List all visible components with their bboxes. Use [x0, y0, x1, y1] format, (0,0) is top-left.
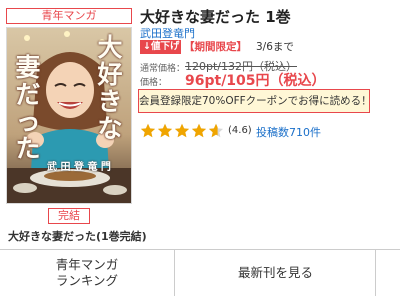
- star-icon: [140, 123, 156, 138]
- regular-price-label: 通常価格：: [140, 64, 186, 74]
- price-down-badge: ↓値下げ: [140, 40, 181, 54]
- star-icon: [174, 123, 190, 138]
- coupon-banner[interactable]: 会員登録限定70%OFFクーポンでお得に読める！: [138, 89, 372, 113]
- limited-until-date: 3/6まで: [256, 41, 294, 53]
- book-title: 大好きな妻だった 1巻: [140, 8, 291, 26]
- cover-author: 武 田 登 竜 門: [47, 162, 111, 173]
- cover-title-char: っ: [15, 107, 41, 136]
- latest-volume-button[interactable]: 最新刊を見る: [176, 250, 376, 296]
- bottom-nav: 青年マンガ ランキング 最新刊を見る: [0, 249, 400, 296]
- series-title[interactable]: 大好きな妻だった(1巻完結): [8, 228, 147, 244]
- star-icon: [157, 123, 173, 138]
- star-icon: [191, 123, 207, 138]
- genre-ranking-button[interactable]: 青年マンガ ランキング: [0, 250, 175, 296]
- ranking-line1: 青年マンガ: [55, 257, 119, 272]
- star-rating: [140, 123, 225, 139]
- cover-title-char: た: [15, 134, 41, 163]
- review-count-link[interactable]: 投稿数710件: [256, 124, 321, 140]
- complete-badge: 完結: [48, 208, 90, 224]
- cover-title-char: 大: [97, 33, 123, 62]
- cover-title-char: 妻: [15, 53, 41, 82]
- cover-title-left: 妻 だ っ た: [11, 54, 45, 162]
- rating-value: (4.6): [228, 125, 252, 136]
- ranking-line2: ランキング: [55, 273, 119, 288]
- limited-time-label: 【期間限定】: [184, 41, 247, 53]
- cover-title-char: な: [97, 114, 123, 143]
- book-cover-image[interactable]: 大 好 き な 妻 だ っ た 武 田 登 竜 門: [6, 27, 132, 204]
- author-link[interactable]: 武田登竜門: [140, 25, 195, 41]
- star-icon: [208, 123, 224, 138]
- cover-title-right: 大 好 き な: [93, 34, 127, 142]
- cover-title-char: き: [97, 87, 123, 116]
- sale-price-label: 価格：: [140, 78, 168, 88]
- cover-title-char: 好: [97, 60, 123, 89]
- genre-label: 青年マンガ: [6, 8, 132, 24]
- cover-title-char: だ: [15, 80, 41, 109]
- sale-price-value: 96pt/105円（税込）: [185, 73, 326, 89]
